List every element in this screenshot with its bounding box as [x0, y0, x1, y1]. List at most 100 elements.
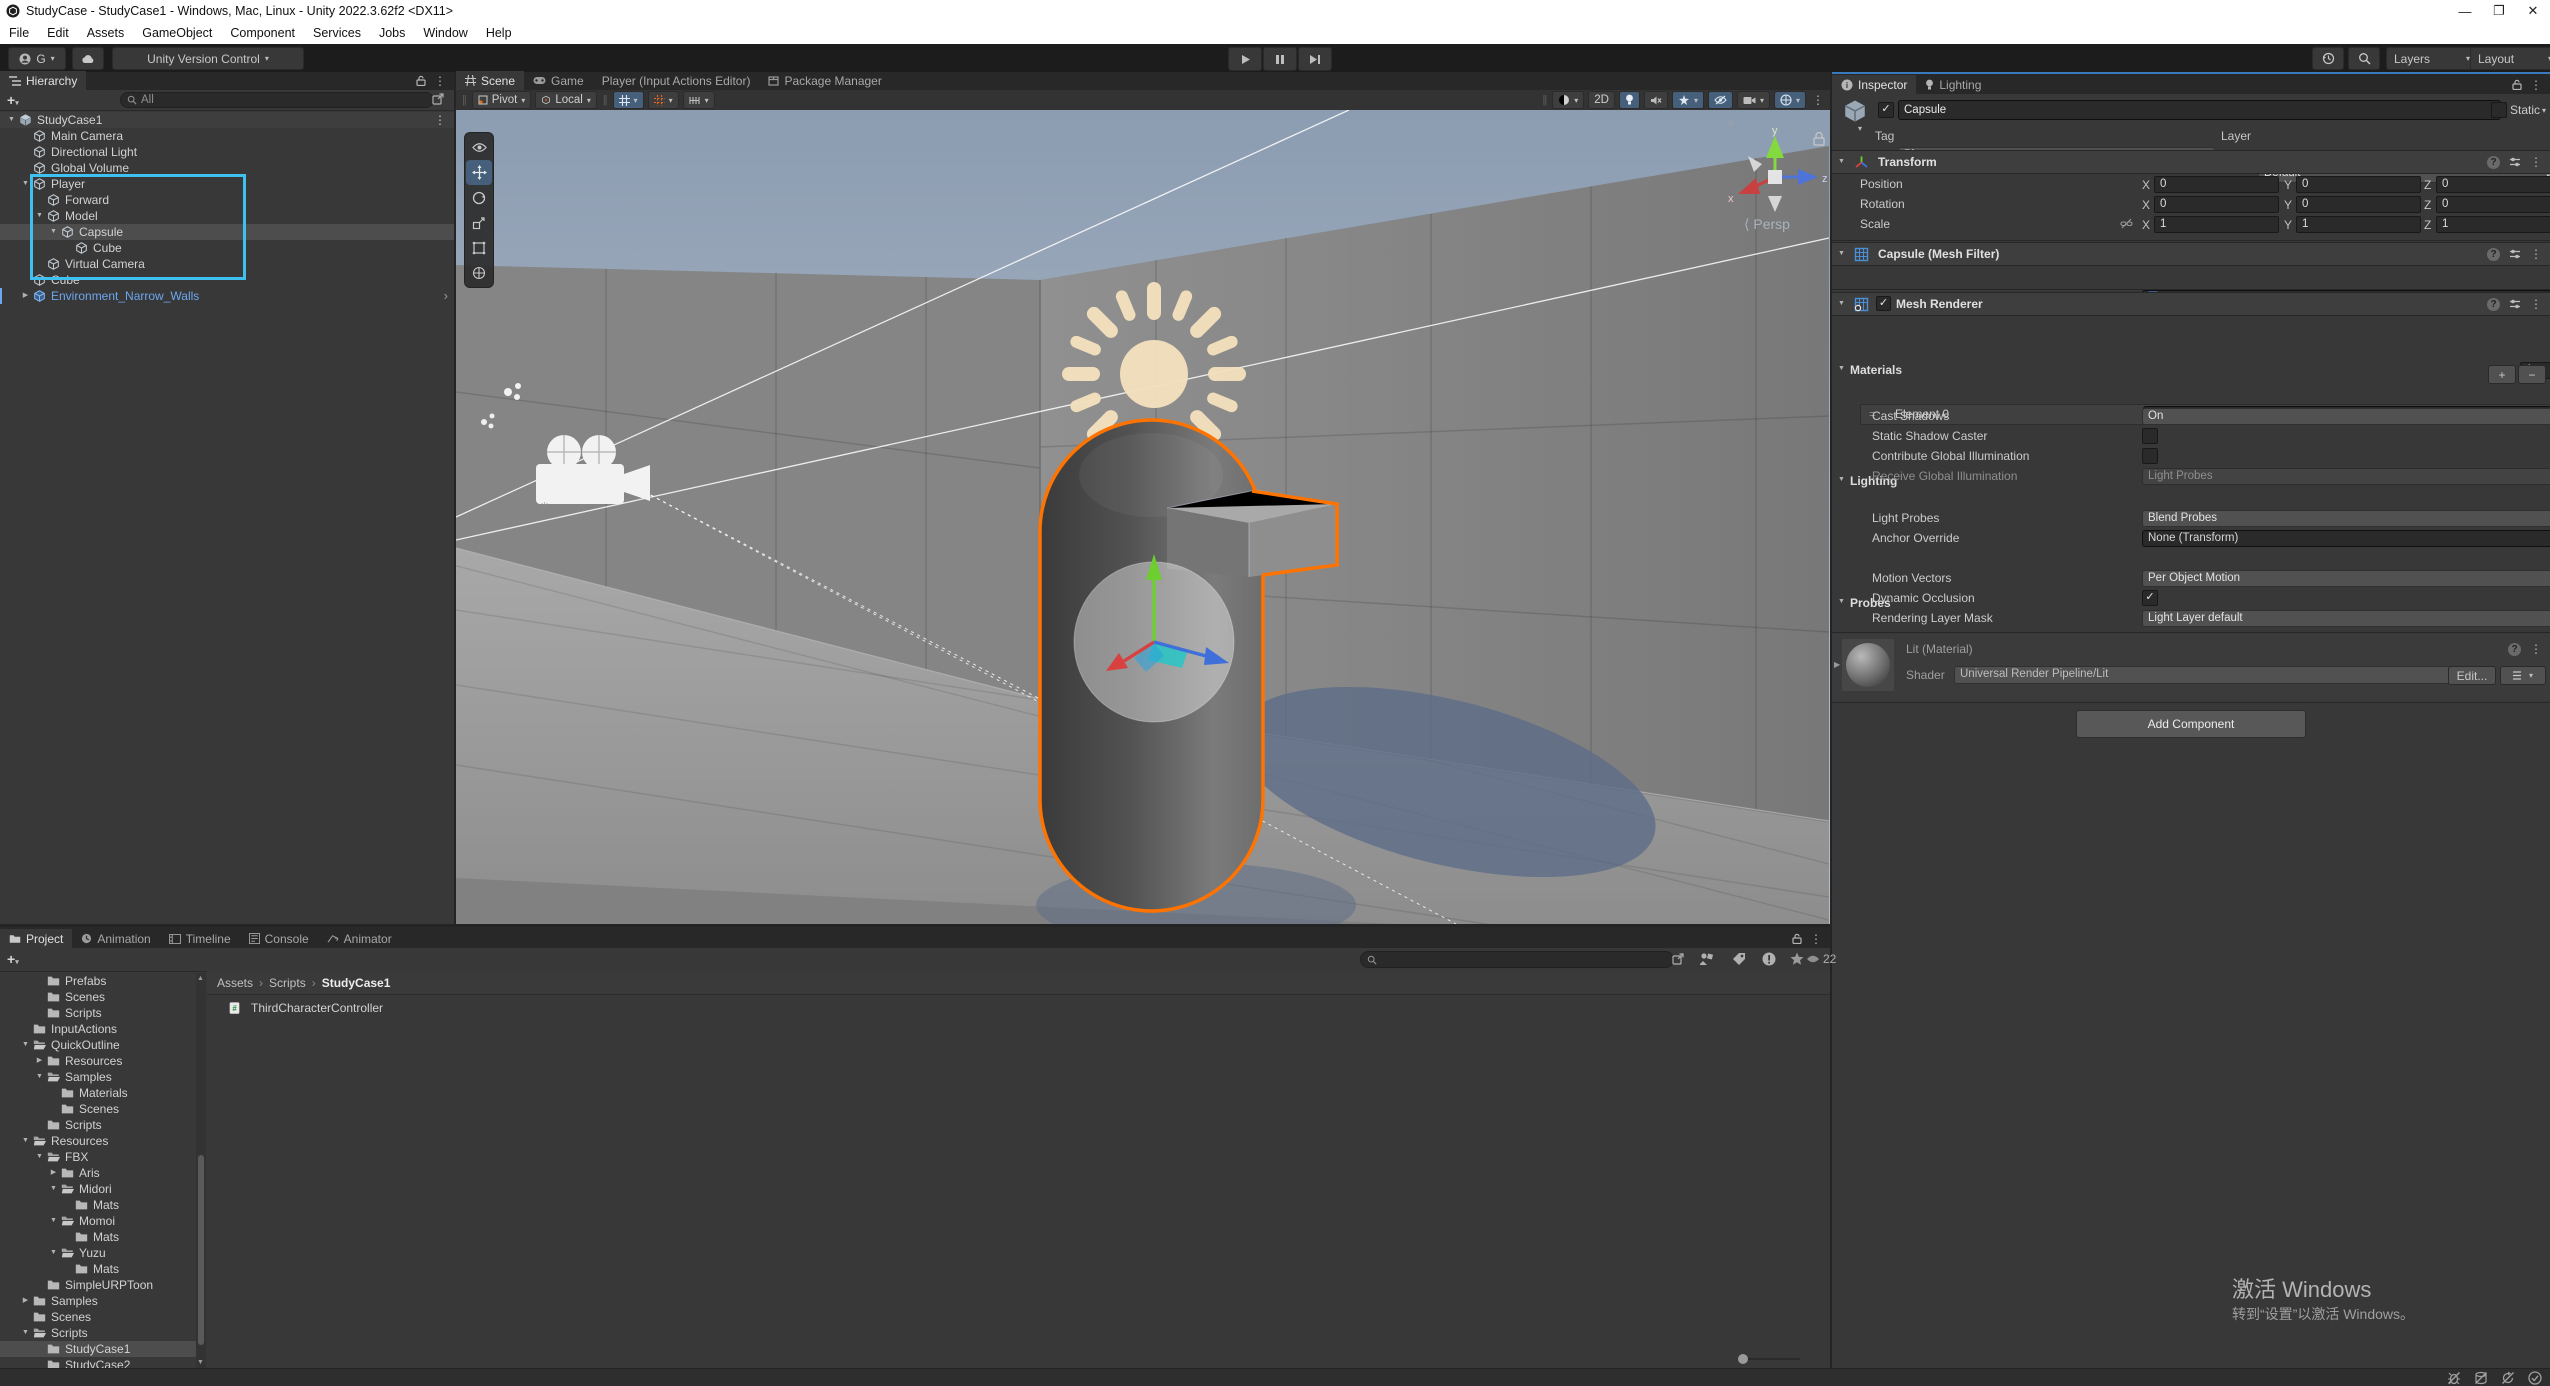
rendering-layer-mask-dropdown[interactable]: Light Layer default▾: [2142, 610, 2550, 627]
position-z-field[interactable]: 0: [2436, 176, 2550, 193]
project-search-input[interactable]: [1360, 951, 1674, 968]
menu-file[interactable]: File: [0, 26, 38, 40]
help-icon[interactable]: ?: [2508, 643, 2521, 656]
project-item-yuzu[interactable]: ▼Yuzu: [0, 1245, 196, 1261]
add-material-button[interactable]: +: [2488, 365, 2516, 384]
project-item-inputactions[interactable]: InputActions: [0, 1021, 196, 1037]
pivot-dropdown[interactable]: Pivot▾: [472, 91, 532, 109]
close-button[interactable]: ✕: [2516, 0, 2550, 22]
cache-server-disabled-icon[interactable]: [2474, 1371, 2488, 1385]
presets-icon[interactable]: [2509, 298, 2521, 310]
project-item-scripts[interactable]: ▼Scripts: [0, 1325, 196, 1341]
foldout-closed-icon[interactable]: ▶: [19, 288, 32, 304]
menu-gameobject[interactable]: GameObject: [133, 26, 221, 40]
receive-global-illumination-dropdown[interactable]: Light Probes▾: [2142, 468, 2550, 485]
active-checkbox[interactable]: ✓: [1878, 102, 1894, 118]
menu-help[interactable]: Help: [477, 26, 521, 40]
shader-list-button[interactable]: ▾: [2500, 666, 2546, 685]
file-item[interactable]: # ThirdCharacterController: [227, 1001, 383, 1015]
lock-icon[interactable]: [416, 75, 426, 86]
create-object-button[interactable]: +▾: [7, 92, 19, 108]
layout-dropdown[interactable]: Layout▾: [2470, 47, 2550, 70]
tab-player-input-actions[interactable]: Player (Input Actions Editor): [593, 71, 760, 90]
foldout-open-icon[interactable]: ▼: [47, 1181, 60, 1197]
breadcrumb-studycase1[interactable]: StudyCase1: [322, 976, 391, 990]
effects-dropdown[interactable]: ▾: [1672, 91, 1704, 109]
move-tool-icon[interactable]: [466, 160, 492, 185]
hidden-count-indicator[interactable]: 22: [1806, 952, 1836, 966]
hierarchy-item-studycase1[interactable]: ▼StudyCase1⋮: [0, 112, 454, 128]
project-item-midori[interactable]: ▼Midori: [0, 1181, 196, 1197]
presets-icon[interactable]: [2509, 248, 2521, 260]
lock-icon[interactable]: [1792, 933, 1802, 944]
project-item-samples[interactable]: ▶Samples: [0, 1293, 196, 1309]
project-item-studycase1[interactable]: StudyCase1: [0, 1341, 196, 1357]
static-checkbox[interactable]: [2491, 102, 2507, 118]
project-item-materials[interactable]: Materials: [0, 1085, 196, 1101]
view-tool-icon[interactable]: [466, 135, 492, 160]
project-item-scripts[interactable]: Scripts: [0, 1117, 196, 1133]
transform-tool-icon[interactable]: [466, 260, 492, 285]
tab-package-manager[interactable]: Package Manager: [759, 71, 890, 90]
shader-dropdown[interactable]: Universal Render Pipeline/Lit▾: [1954, 666, 2459, 684]
project-item-mats[interactable]: Mats: [0, 1229, 196, 1245]
foldout-open-icon[interactable]: ▼: [33, 1069, 46, 1085]
presets-icon[interactable]: [2509, 156, 2521, 168]
help-icon[interactable]: ?: [2487, 248, 2500, 261]
scale-z-field[interactable]: 1: [2436, 216, 2550, 233]
panel-menu-icon[interactable]: ⋮: [1810, 932, 1822, 946]
tab-console[interactable]: Console: [240, 929, 318, 948]
scale-tool-icon[interactable]: [466, 210, 492, 235]
project-item-quickoutline[interactable]: ▼QuickOutline: [0, 1037, 196, 1053]
project-item-mats[interactable]: Mats: [0, 1197, 196, 1213]
project-item-scripts[interactable]: Scripts: [0, 1005, 196, 1021]
rect-tool-icon[interactable]: [466, 235, 492, 260]
lock-icon[interactable]: [2512, 79, 2522, 90]
material-thumbnail[interactable]: [1842, 639, 1894, 691]
breadcrumb-scripts[interactable]: Scripts: [269, 976, 306, 990]
step-button[interactable]: [1298, 47, 1332, 71]
component-menu-icon[interactable]: ⋮: [2530, 155, 2542, 169]
layers-dropdown[interactable]: Layers▾: [2386, 47, 2478, 70]
attached-cube-mesh[interactable]: [1167, 490, 1337, 577]
projection-mode-label[interactable]: ⟨ Persp: [1744, 216, 1790, 233]
mesh-renderer-component-header[interactable]: ▼ ✓ Mesh Renderer ? ⋮: [1832, 292, 2550, 316]
menu-window[interactable]: Window: [414, 26, 476, 40]
project-item-resources[interactable]: ▼Resources: [0, 1133, 196, 1149]
motion-vectors-dropdown[interactable]: Per Object Motion▾: [2142, 570, 2550, 587]
scene-toolbar-menu-icon[interactable]: ⋮: [1812, 93, 1824, 107]
hierarchy-search-input[interactable]: All: [120, 92, 434, 108]
menu-edit[interactable]: Edit: [38, 26, 78, 40]
snap-settings-button[interactable]: ▾: [683, 91, 715, 109]
camera-settings-dropdown[interactable]: ▾: [1737, 91, 1770, 109]
scrollbar-thumb[interactable]: [198, 1155, 204, 1345]
tab-animator[interactable]: Animator: [318, 929, 401, 948]
gizmo-lock-icon[interactable]: [1814, 133, 1824, 146]
foldout-closed-icon[interactable]: ▶: [33, 1053, 46, 1069]
mesh-filter-component-header[interactable]: ▼ Capsule (Mesh Filter) ? ⋮: [1832, 242, 2550, 266]
rotation-z-field[interactable]: 0: [2436, 196, 2550, 213]
light-probes-dropdown[interactable]: Blend Probes▾: [2142, 510, 2550, 527]
renderer-enabled-checkbox[interactable]: ✓: [1876, 296, 1891, 311]
slider-knob[interactable]: [1738, 1354, 1748, 1364]
menu-assets[interactable]: Assets: [78, 26, 134, 40]
project-item-momoi[interactable]: ▼Momoi: [0, 1213, 196, 1229]
project-tree-scrollbar[interactable]: ▲ ▼: [196, 973, 206, 1368]
project-item-simpleurptoon[interactable]: SimpleURPToon: [0, 1277, 196, 1293]
tab-project[interactable]: Project: [0, 929, 72, 948]
cast-shadows-dropdown[interactable]: On▾: [2142, 408, 2550, 425]
filter-warnings-icon[interactable]: [1762, 952, 1776, 966]
project-item-scenes[interactable]: Scenes: [0, 1101, 196, 1117]
orientation-dropdown[interactable]: Local▾: [535, 91, 597, 109]
foldout-open-icon[interactable]: ▼: [47, 1245, 60, 1261]
scene-viewport[interactable]: ✳: [456, 110, 1830, 924]
add-component-button[interactable]: Add Component: [2076, 710, 2306, 738]
scroll-up-icon[interactable]: ▲: [197, 975, 204, 982]
tab-animation[interactable]: Animation: [72, 929, 159, 948]
account-button[interactable]: G▾: [8, 47, 66, 70]
project-item-samples[interactable]: ▼Samples: [0, 1069, 196, 1085]
foldout-open-icon[interactable]: ▼: [33, 1149, 46, 1165]
cloud-button[interactable]: [72, 47, 104, 70]
hierarchy-item-main-camera[interactable]: Main Camera: [0, 128, 454, 144]
play-button[interactable]: [1228, 47, 1262, 71]
